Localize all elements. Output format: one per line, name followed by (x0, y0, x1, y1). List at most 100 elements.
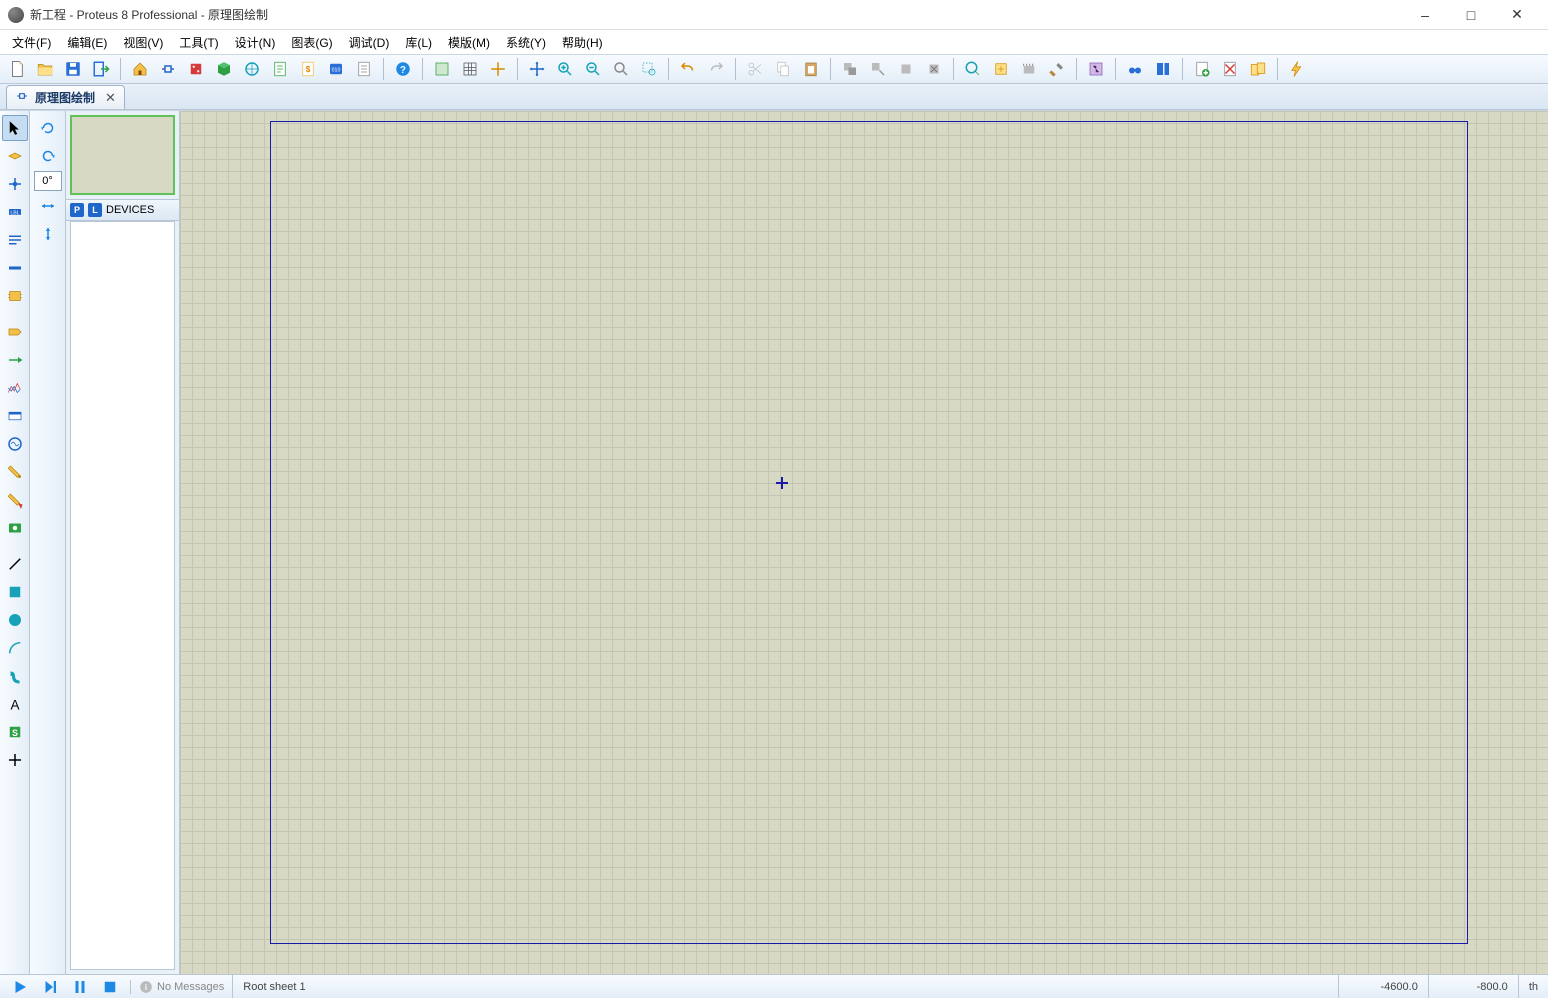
new-file-button[interactable] (4, 56, 30, 82)
new-sheet-icon (1193, 60, 1211, 78)
devices-list[interactable] (70, 221, 175, 970)
search-button[interactable] (1122, 56, 1148, 82)
rotate-cw-button[interactable] (34, 115, 62, 141)
block-delete-button[interactable] (921, 56, 947, 82)
menu-tool[interactable]: 工具(T) (171, 31, 226, 54)
make-device-button[interactable] (988, 56, 1014, 82)
paste-button[interactable] (798, 56, 824, 82)
new-sheet-button[interactable] (1189, 56, 1215, 82)
play-icon (11, 978, 29, 996)
component-mode-button[interactable] (2, 143, 28, 169)
block-copy-button[interactable] (837, 56, 863, 82)
messages-cell[interactable]: i No Messages (130, 980, 232, 994)
wire-autoroute-button[interactable] (1083, 56, 1109, 82)
code-button[interactable]: 010 (323, 56, 349, 82)
origin-button[interactable] (485, 56, 511, 82)
menu-system[interactable]: 系统(Y) (498, 31, 554, 54)
open-file-button[interactable] (32, 56, 58, 82)
rotate-ccw-button[interactable] (34, 143, 62, 169)
zoom-fit-button[interactable] (608, 56, 634, 82)
path-2d-button[interactable] (2, 663, 28, 689)
pin-mode-button[interactable] (2, 347, 28, 373)
generator-mode-button[interactable] (2, 431, 28, 457)
selection-mode-button[interactable] (2, 115, 28, 141)
copy-button[interactable] (770, 56, 796, 82)
save-button[interactable] (60, 56, 86, 82)
zoom-area-button[interactable] (636, 56, 662, 82)
sim-step-button[interactable] (38, 977, 62, 997)
marker-2d-button[interactable] (2, 747, 28, 773)
menu-debug[interactable]: 调试(D) (341, 31, 398, 54)
box-2d-button[interactable] (2, 579, 28, 605)
packaging-tool-button[interactable] (1016, 56, 1042, 82)
junction-mode-button[interactable] (2, 171, 28, 197)
schematic-button[interactable] (155, 56, 181, 82)
cut-button[interactable] (742, 56, 768, 82)
arc-2d-button[interactable] (2, 635, 28, 661)
menu-chart[interactable]: 图表(G) (283, 31, 340, 54)
erc-button[interactable] (1284, 56, 1310, 82)
probe-voltage-button[interactable] (2, 459, 28, 485)
goto-sheet-button[interactable] (1245, 56, 1271, 82)
text-script-button[interactable] (2, 227, 28, 253)
flip-vertical-button[interactable] (34, 221, 62, 247)
redraw-button[interactable] (429, 56, 455, 82)
circle-2d-button[interactable] (2, 607, 28, 633)
tab-schematic[interactable]: 原理图绘制 ✕ (6, 85, 125, 109)
property-assign-button[interactable] (1150, 56, 1176, 82)
block-rotate-button[interactable] (893, 56, 919, 82)
menu-library[interactable]: 库(L) (397, 31, 440, 54)
menu-template[interactable]: 模版(M) (440, 31, 498, 54)
home-button[interactable] (127, 56, 153, 82)
maximize-button[interactable]: □ (1448, 0, 1494, 30)
bus-mode-button[interactable] (2, 255, 28, 281)
svg-text:LBL: LBL (10, 210, 19, 216)
undo-button[interactable] (675, 56, 701, 82)
flip-v-icon (39, 225, 57, 243)
grid-button[interactable] (457, 56, 483, 82)
graph-mode-button[interactable] (2, 375, 28, 401)
3d-view-button[interactable] (211, 56, 237, 82)
menu-view[interactable]: 视图(V) (115, 31, 171, 54)
schematic-canvas[interactable] (180, 111, 1548, 974)
instrument-mode-button[interactable] (2, 515, 28, 541)
close-button[interactable]: ✕ (1494, 0, 1540, 30)
menu-help[interactable]: 帮助(H) (554, 31, 611, 54)
sim-stop-button[interactable] (98, 977, 122, 997)
tab-close-icon[interactable]: ✕ (105, 90, 116, 106)
menu-edit[interactable]: 编辑(E) (59, 31, 115, 54)
pan-button[interactable] (524, 56, 550, 82)
minimize-button[interactable]: – (1402, 0, 1448, 30)
gerber-button[interactable] (239, 56, 265, 82)
line-2d-button[interactable] (2, 551, 28, 577)
close-project-button[interactable] (88, 56, 114, 82)
probe-current-button[interactable] (2, 487, 28, 513)
terminal-mode-button[interactable] (2, 319, 28, 345)
bill-button[interactable]: $ (295, 56, 321, 82)
rotation-angle[interactable]: 0° (34, 171, 62, 191)
menu-design[interactable]: 设计(N) (227, 31, 284, 54)
decompose-button[interactable] (1044, 56, 1070, 82)
subcircuit-mode-button[interactable] (2, 283, 28, 309)
remove-sheet-button[interactable] (1217, 56, 1243, 82)
symbol-2d-button[interactable]: S (2, 719, 28, 745)
text-2d-button[interactable]: A (2, 691, 28, 717)
tape-mode-button[interactable] (2, 403, 28, 429)
sim-pause-button[interactable] (68, 977, 92, 997)
help-button[interactable]: ? (390, 56, 416, 82)
pick-device-button[interactable] (960, 56, 986, 82)
pick-parts-button[interactable]: P (70, 203, 84, 217)
overview-thumbnail[interactable] (70, 115, 175, 195)
sim-play-button[interactable] (8, 977, 32, 997)
flip-horizontal-button[interactable] (34, 193, 62, 219)
pcb-button[interactable] (183, 56, 209, 82)
zoom-in-button[interactable] (552, 56, 578, 82)
bom-button[interactable] (267, 56, 293, 82)
label-mode-button[interactable]: LBL (2, 199, 28, 225)
redo-button[interactable] (703, 56, 729, 82)
notes-button[interactable] (351, 56, 377, 82)
block-move-button[interactable] (865, 56, 891, 82)
library-button[interactable]: L (88, 203, 102, 217)
zoom-out-button[interactable] (580, 56, 606, 82)
menu-file[interactable]: 文件(F) (4, 31, 59, 54)
